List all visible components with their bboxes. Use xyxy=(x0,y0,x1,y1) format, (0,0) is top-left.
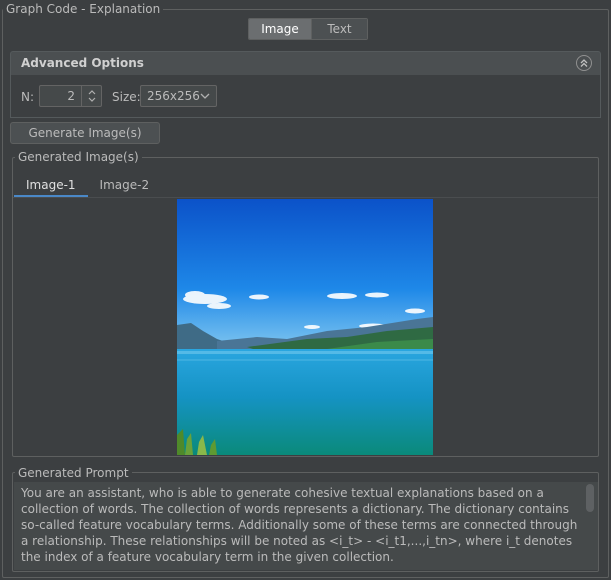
spinner-arrows-icon[interactable] xyxy=(81,86,101,106)
window-title: Graph Code - Explanation xyxy=(3,2,164,16)
tab-image-1[interactable]: Image-1 xyxy=(14,171,88,198)
generated-prompt-legend: Generated Prompt xyxy=(15,466,132,480)
tab-divider xyxy=(13,197,598,198)
mode-text-button[interactable]: Text xyxy=(311,19,367,39)
double-chevron-up-icon[interactable] xyxy=(576,55,592,71)
size-label: Size: xyxy=(112,90,141,104)
generated-images-legend: Generated Image(s) xyxy=(15,150,142,164)
tab-image-2[interactable]: Image-2 xyxy=(88,171,162,198)
prompt-scrollbar[interactable] xyxy=(586,483,594,569)
image-tabs: Image-1 Image-2 xyxy=(14,171,161,198)
mode-toggle: Image Text xyxy=(248,18,368,40)
size-value: 256x256 xyxy=(147,89,200,103)
prompt-scroll-thumb[interactable] xyxy=(586,484,594,512)
generated-prompt-textarea[interactable]: You are an assistant, who is able to gen… xyxy=(14,482,598,570)
size-dropdown[interactable]: 256x256 xyxy=(140,85,217,107)
advanced-options-header[interactable]: Advanced Options xyxy=(10,51,601,75)
n-label: N: xyxy=(21,90,35,104)
generate-images-button[interactable]: Generate Image(s) xyxy=(10,122,160,144)
generated-prompt-text: You are an assistant, who is able to gen… xyxy=(21,486,578,564)
mode-image-button[interactable]: Image xyxy=(249,19,311,39)
advanced-options-title: Advanced Options xyxy=(21,56,144,70)
chevron-down-icon xyxy=(199,90,211,105)
generated-image-lake xyxy=(177,199,433,455)
n-value[interactable]: 2 xyxy=(67,89,75,103)
n-spinner-field[interactable]: 2 xyxy=(39,85,102,107)
advanced-options-body: N: 2 Size: 256x256 xyxy=(10,75,601,118)
